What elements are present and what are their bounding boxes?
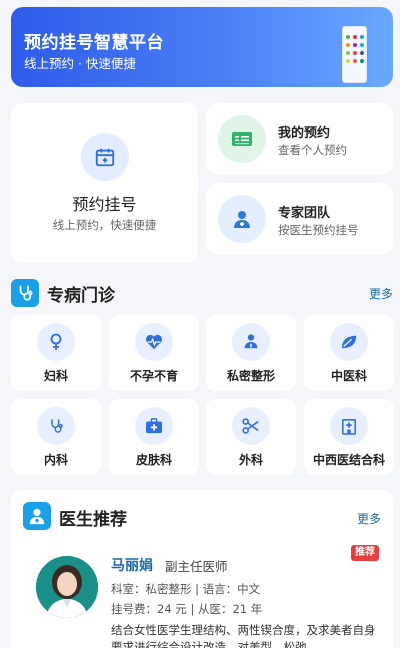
book-appointment-subtitle: 线上预约，快速便捷 (52, 218, 157, 232)
clinic-tile-dermatology[interactable]: 皮肤科 (109, 399, 199, 475)
female-icon (37, 323, 75, 361)
doctors-more-link[interactable]: 更多 (357, 510, 381, 527)
stethoscope-icon (11, 279, 39, 307)
clinics-section-header: 专病门诊 更多 (11, 278, 393, 308)
clinic-tile-tcm[interactable]: 中医科 (304, 315, 394, 391)
banner-subtitle: 线上预约 · 快速便捷 (24, 56, 136, 71)
doctor-position: 副主任医师 (165, 559, 228, 574)
clinic-label: 中医科 (330, 369, 367, 383)
phone-illustration (342, 26, 367, 83)
clinics-section-title: 专病门诊 (47, 286, 115, 306)
clinic-tile-surgery[interactable]: 外科 (206, 399, 296, 475)
expert-team-title: 专家团队 (278, 206, 331, 221)
my-appointments-title: 我的预约 (278, 126, 331, 141)
expert-team-subtitle: 按医生预约挂号 (278, 223, 359, 237)
clinic-label: 妇科 (43, 369, 68, 383)
doctor-fee: 挂号费：24 元 | 从医：21 年 (111, 602, 263, 616)
calendar-icon (81, 133, 129, 181)
clinic-tile-private-plastic[interactable]: 私密整形 (206, 315, 296, 391)
my-appointments-card[interactable]: 我的预约 查看个人预约 (206, 103, 393, 175)
recommend-badge: 推荐 (351, 545, 379, 561)
book-appointment-title: 预约挂号 (72, 195, 137, 214)
heartbeat-icon (135, 323, 173, 361)
hero-banner[interactable]: 预约挂号智慧平台 线上预约 · 快速便捷 (11, 7, 393, 87)
leaf-icon (330, 323, 368, 361)
doctor-icon (218, 195, 266, 243)
clinic-tile-internal-medicine[interactable]: 内科 (11, 399, 101, 475)
stethoscope-icon (37, 407, 75, 445)
medical-kit-icon (135, 407, 173, 445)
clinic-tile-infertility[interactable]: 不孕不育 (109, 315, 199, 391)
doctor-name[interactable]: 马丽娟 (111, 555, 153, 575)
clinic-label: 外科 (238, 453, 263, 467)
hospital-icon (330, 407, 368, 445)
id-card-icon (218, 115, 266, 163)
clinics-more-link[interactable]: 更多 (369, 285, 393, 302)
people-icon (232, 323, 270, 361)
doctor-icon (23, 502, 51, 530)
clinic-tile-gynecology[interactable]: 妇科 (11, 315, 101, 391)
doctor-recommend-card: 医生推荐 更多 马丽娟 副主任医师 推荐 科室：私密整形 | 语言：中文 挂号费… (11, 490, 393, 648)
my-appointments-subtitle: 查看个人预约 (278, 143, 347, 157)
scissors-icon (232, 407, 270, 445)
doctors-section-title: 医生推荐 (59, 510, 127, 530)
book-appointment-card[interactable]: 预约挂号 线上预约，快速便捷 (11, 103, 198, 263)
clinic-tile-integrated-medicine[interactable]: 中西医结合科 (304, 399, 394, 475)
banner-title: 预约挂号智慧平台 (24, 33, 164, 53)
clinic-label: 不孕不育 (129, 369, 178, 383)
clinic-label: 内科 (43, 453, 68, 467)
expert-team-card[interactable]: 专家团队 按医生预约挂号 (206, 183, 393, 255)
clinic-label: 中西医结合科 (312, 453, 385, 467)
clinic-label: 私密整形 (226, 369, 275, 383)
doctor-avatar[interactable] (36, 556, 98, 618)
doctor-description: 结合女性医学生理结构、两性锲合度，及求美者自身要求进行综合设计改造，对美型、松弛 (111, 623, 376, 648)
doctor-department: 科室：私密整形 | 语言：中文 (111, 582, 261, 596)
clinic-label: 皮肤科 (135, 453, 172, 467)
